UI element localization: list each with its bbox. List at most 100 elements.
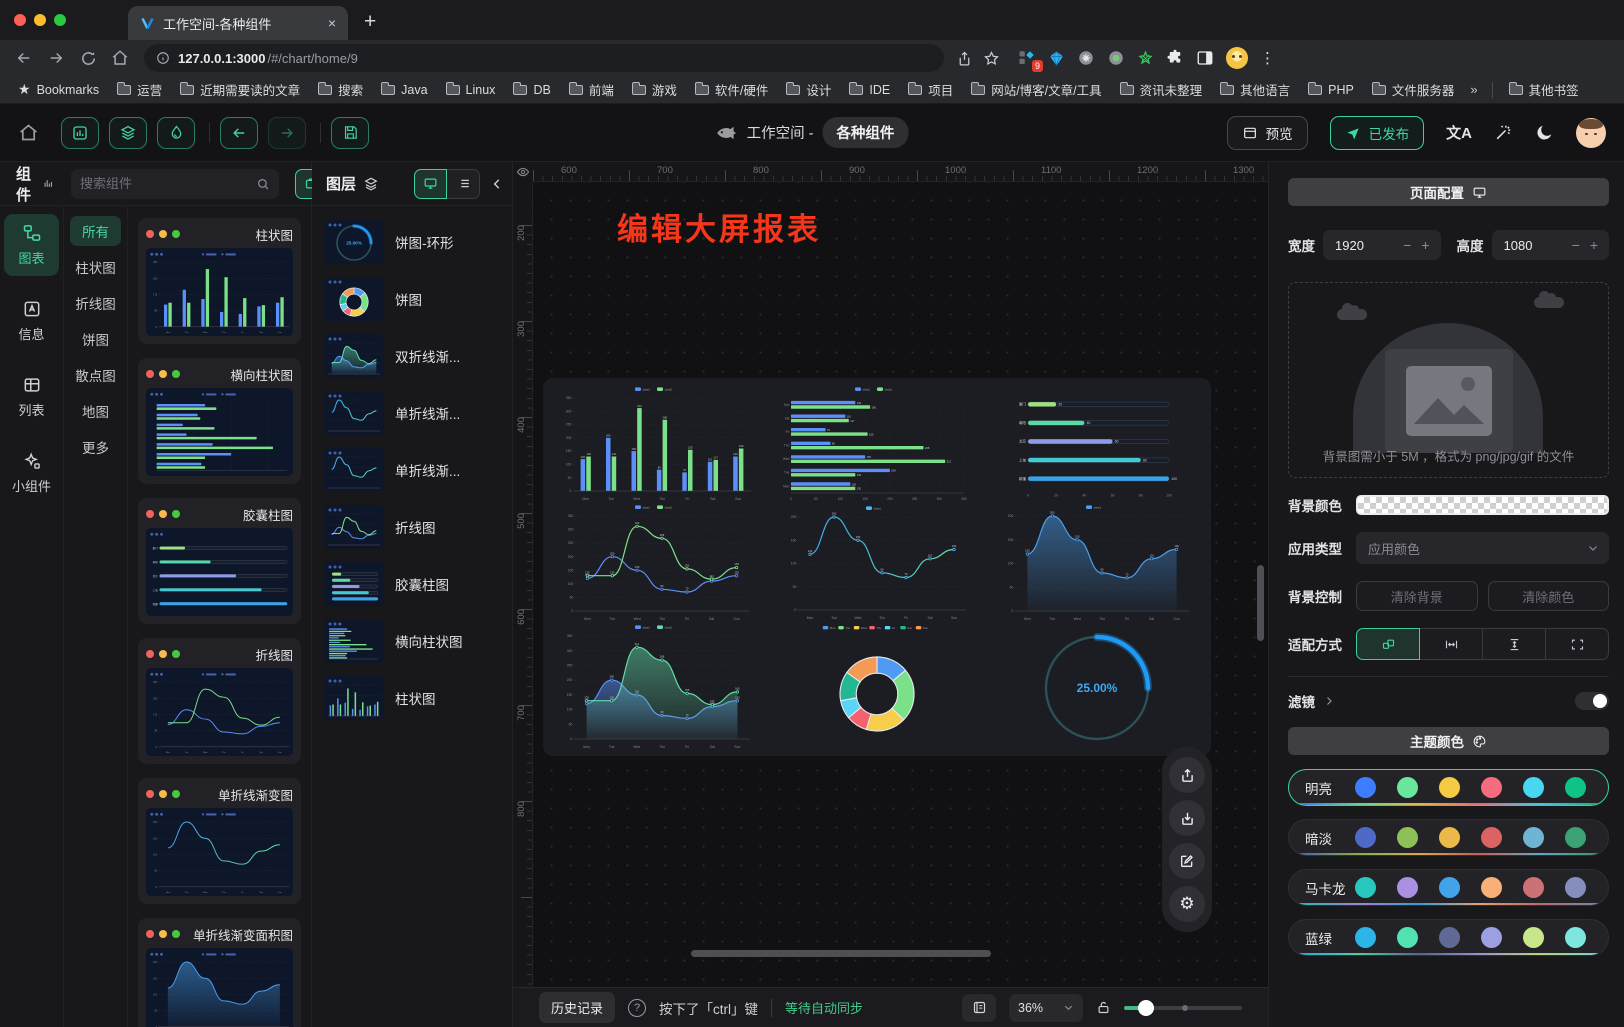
layer-item[interactable]: 单折线渐... [322,446,502,494]
bookmark-folder[interactable]: 设计 [780,80,837,99]
bg-color-swatch[interactable] [1356,495,1609,515]
bookmark-folder[interactable]: 其他语言 [1214,80,1296,99]
canvas-chart-bar-grouped[interactable]: 350300250200150100500MonTueWedThuFriSatS… [557,384,757,502]
green-star-extension-icon[interactable] [1137,50,1154,67]
sidebar-panel-icon[interactable] [1196,49,1214,67]
list-view-button[interactable] [447,169,480,199]
rail-item-list[interactable]: 列表 [4,366,59,428]
component-card[interactable]: 胶囊柱图 厦门南阳北京上海新疆 [138,498,301,624]
app-type-select[interactable]: 应用颜色 [1356,532,1609,564]
canvas-chart-pie-donut[interactable]: MonTueWedThuFriSatSun [770,623,984,749]
settings-gear-icon[interactable]: ⚙ [1169,886,1205,922]
import-icon[interactable] [1169,800,1205,836]
browser-profile-avatar[interactable] [1226,47,1248,69]
theme-row[interactable]: 马卡龙 [1288,869,1609,906]
theme-row[interactable]: 明亮 [1288,769,1609,806]
layer-item[interactable]: 折线图 [322,503,502,551]
background-upload-dropzone[interactable]: 背景图需小于 5M ，格式为 png/jpg/gif 的文件 [1288,282,1609,478]
component-card[interactable]: 单折线渐变面积图 200150100500MonTueWedThuFriSatS… [138,918,301,1027]
theme-row[interactable]: 暗淡 [1288,819,1609,856]
canvas-chart-bar-horizontal[interactable]: 050100150200250300350Mon120130Tue200130W… [777,384,977,502]
recorder-extension-icon[interactable] [1107,49,1125,67]
bookmark-folder[interactable]: 游戏 [626,80,683,99]
increment-icon[interactable]: + [1587,237,1601,253]
bookmark-folder[interactable]: 软件/硬件 [689,80,774,99]
bookmark-folder[interactable]: Java [375,83,433,97]
filter-droplet-button[interactable] [157,117,195,149]
category-item[interactable]: 地图 [70,396,121,426]
component-card[interactable]: 横向柱状图 [138,358,301,484]
category-item[interactable]: 所有 [70,216,121,246]
fit-stretch-button[interactable] [1546,628,1609,660]
bookmark-folder[interactable]: 资讯未整理 [1114,80,1209,99]
decrement-icon[interactable]: − [1400,237,1414,253]
charts-panel-toggle-button[interactable] [61,117,99,149]
category-item[interactable]: 散点图 [70,360,121,390]
layer-item[interactable]: 单折线渐... [322,389,502,437]
help-icon[interactable]: ? [628,999,646,1017]
bookmark-folder[interactable]: PHP [1302,83,1360,97]
chart-board[interactable]: 350300250200150100500MonTueWedThuFriSatS… [543,378,1211,756]
category-item[interactable]: 柱状图 [70,252,121,282]
notes-panel-button[interactable] [962,994,996,1022]
width-stepper[interactable]: 1920−+ [1323,230,1441,260]
component-card[interactable]: 柱状图 350263175880MonTueWedThuFriSatSun [138,218,301,344]
extensions-puzzle-icon[interactable] [1166,49,1184,67]
preview-button[interactable]: 预览 [1227,116,1308,150]
clear-color-button[interactable]: 清除颜色 [1488,581,1610,611]
save-button[interactable] [331,117,369,149]
bookmark-folder[interactable]: 前端 [563,80,620,99]
unlock-icon[interactable] [1096,1000,1111,1015]
layer-item[interactable]: 25.00% 饼图-环形 [322,218,502,266]
layers-panel-toggle-button[interactable] [109,117,147,149]
publish-status-button[interactable]: 已发布 [1330,116,1425,150]
width-value[interactable]: 1920 [1335,238,1396,253]
rail-item-widgets[interactable]: 小组件 [4,442,59,504]
share-icon[interactable] [956,50,973,67]
rail-item-charts[interactable]: 图表 [4,214,59,276]
bookmarks-overflow-icon[interactable]: » [1466,82,1481,97]
bookmark-folder[interactable]: 搜索 [312,80,369,99]
horizontal-scrollbar[interactable] [691,950,991,957]
bookmarks-root[interactable]: ★Bookmarks [12,81,105,98]
window-controls[interactable] [0,0,80,40]
clear-background-button[interactable]: 清除背景 [1356,581,1478,611]
component-card[interactable]: 折线图 350263175880MonTueWedThuFriSatSun [138,638,301,764]
component-search[interactable] [71,169,279,199]
history-button[interactable]: 历史记录 [539,992,615,1023]
bookmark-folder[interactable]: 文件服务器 [1366,80,1461,99]
bookmark-folder[interactable]: 网站/博客/文章/工具 [965,80,1107,99]
theme-color-header[interactable]: 主题颜色 [1288,727,1609,755]
canvas-title-text[interactable]: 编辑大屏报表 [617,204,821,249]
layer-item[interactable]: 双折线渐... [322,332,502,380]
canvas-chart-line-gradient[interactable]: 200150100500MonTueWedThuFriSatSun1202001… [782,503,972,621]
reload-icon[interactable] [74,44,102,72]
site-info-icon[interactable] [156,51,170,65]
user-avatar[interactable] [1576,118,1606,148]
layer-item[interactable]: 横向柱状图 [322,617,502,665]
canvas-chart-capsule[interactable]: 厦门20南阳40北京60上海80新疆100020406080100 [1011,387,1183,499]
chevron-right-icon[interactable] [1323,695,1335,707]
bookmark-star-icon[interactable] [983,50,1000,67]
component-card[interactable]: 单折线渐变图 200150100500MonTueWedThuFriSatSun [138,778,301,904]
home-icon[interactable] [106,44,134,72]
bookmark-folder[interactable]: 运营 [111,80,168,99]
fit-scale-button[interactable] [1356,628,1420,660]
theme-row[interactable]: 蓝绿 [1288,919,1609,956]
layer-item[interactable]: 胶囊柱图 [322,560,502,608]
bookmark-folder[interactable]: 项目 [902,80,959,99]
home-button[interactable] [18,122,39,143]
thumbnail-view-button[interactable] [414,169,447,199]
canvas-chart-double-area[interactable]: 350300250200150100500MonTueWedThuFriSatS… [558,622,756,750]
decrement-icon[interactable]: − [1569,237,1583,253]
rail-item-info[interactable]: 信息 [4,290,59,352]
category-item[interactable]: 饼图 [70,324,121,354]
filter-toggle[interactable] [1575,692,1609,710]
maximize-window-button[interactable] [54,14,66,26]
canvas-chart-progress-ring[interactable]: 25.00% [1033,626,1161,746]
tampermonkey-extension-icon[interactable]: 9 [1018,49,1036,67]
layer-item[interactable]: 饼图 [322,275,502,323]
fit-height-button[interactable] [1483,628,1546,660]
project-name-pill[interactable]: 各种组件 [822,117,908,148]
address-bar[interactable]: 127.0.0.1:3000 /#/chart/home/9 [144,44,944,72]
